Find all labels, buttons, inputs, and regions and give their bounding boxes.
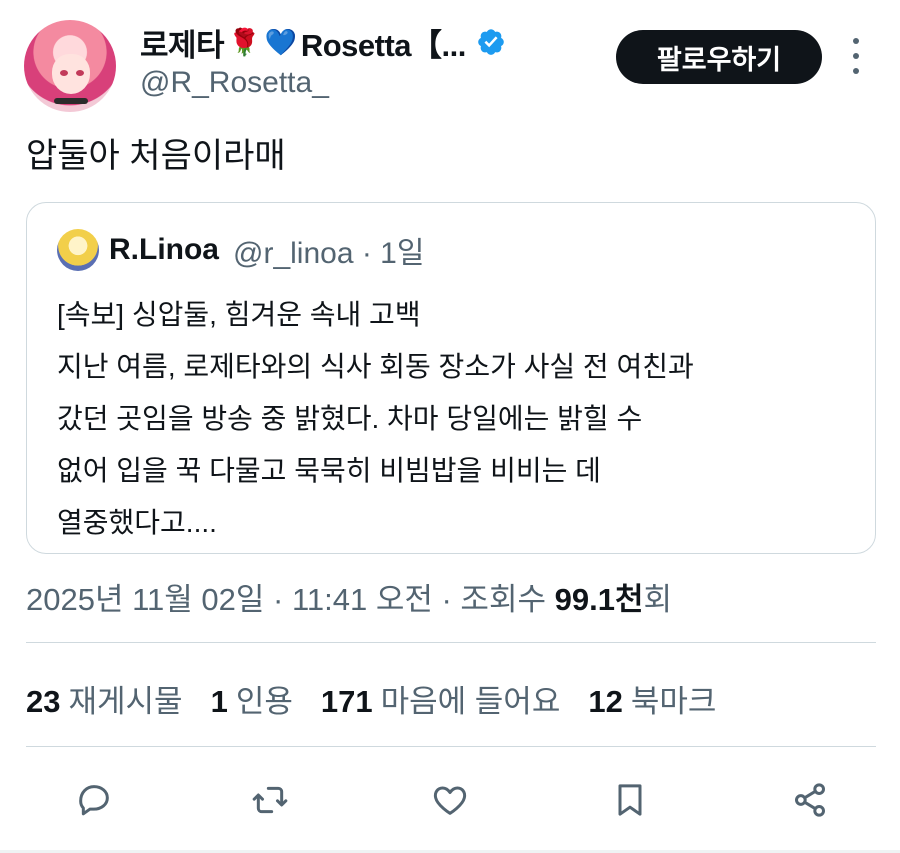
retweet-icon bbox=[252, 786, 288, 814]
verified-badge-icon[interactable] bbox=[476, 27, 506, 57]
bookmark-icon bbox=[618, 784, 642, 816]
reply-icon bbox=[79, 785, 109, 816]
divider bbox=[26, 746, 876, 747]
quoted-author-handle-time: @r_linoa · 1일 bbox=[233, 237, 425, 270]
tweet-meta: 2025년 11월 02일 · 11:41 오전 · 조회수 99.1천회 bbox=[26, 574, 672, 619]
rose-emoji: 🌹 bbox=[228, 27, 261, 57]
repost-button[interactable] bbox=[248, 778, 292, 822]
author-name-row[interactable]: 로제타 🌹 💙 Rosetta【... bbox=[140, 20, 506, 65]
share-button[interactable] bbox=[788, 778, 832, 822]
quoted-tweet-header: R.Linoa @r_linoa · 1일 bbox=[57, 229, 424, 271]
bookmark-button[interactable] bbox=[608, 778, 652, 822]
action-bar bbox=[0, 770, 900, 830]
dot bbox=[853, 38, 859, 44]
blue-heart-emoji: 💙 bbox=[264, 27, 297, 57]
dot bbox=[853, 68, 859, 74]
divider bbox=[26, 642, 876, 643]
view-count-suffix: 회 bbox=[643, 582, 673, 617]
quoted-author-avatar bbox=[57, 229, 99, 271]
engagement-stats: 23 재게시물 1 인용 171 마음에 들어요 12 북마크 bbox=[26, 676, 716, 721]
like-button[interactable] bbox=[428, 778, 472, 822]
stat-reposts[interactable]: 23 재게시물 bbox=[26, 676, 183, 721]
tweet-text: 압둘아 처음이라매 bbox=[26, 137, 286, 175]
reply-button[interactable] bbox=[72, 778, 116, 822]
quoted-tweet[interactable]: R.Linoa @r_linoa · 1일 [속보] 싱압둘, 힘겨운 속내 고… bbox=[26, 202, 876, 554]
avatar-face bbox=[52, 54, 90, 94]
stat-likes[interactable]: 171 마음에 들어요 bbox=[321, 676, 560, 721]
author-display-name[interactable]: 로제타 bbox=[140, 20, 225, 65]
stat-quotes[interactable]: 1 인용 bbox=[211, 676, 293, 721]
author-avatar[interactable] bbox=[24, 20, 116, 112]
view-count: 99.1천 bbox=[554, 582, 644, 617]
tweet-timestamp[interactable]: 2025년 11월 02일 · 11:41 오전 · 조회수 bbox=[26, 582, 546, 617]
share-icon bbox=[795, 783, 825, 817]
quoted-tweet-body: [속보] 싱압둘, 힘겨운 속내 고백 지난 여름, 로제타와의 식사 회동 장… bbox=[57, 299, 694, 538]
quoted-author-name: R.Linoa bbox=[109, 233, 219, 266]
stat-bookmarks[interactable]: 12 북마크 bbox=[588, 676, 716, 721]
avatar-eye-left bbox=[60, 70, 68, 76]
author-handle[interactable]: @R_Rosetta_ bbox=[140, 66, 329, 100]
heart-icon bbox=[433, 786, 467, 815]
more-options-icon[interactable] bbox=[846, 38, 866, 74]
author-display-name-suffix[interactable]: Rosetta【... bbox=[301, 20, 467, 65]
dot bbox=[853, 53, 859, 59]
follow-button[interactable]: 팔로우하기 bbox=[616, 30, 822, 84]
avatar-collar bbox=[54, 98, 88, 104]
avatar-eye-right bbox=[76, 70, 84, 76]
tweet-header: 로제타 🌹 💙 Rosetta【... @R_Rosetta_ 팔로우하기 bbox=[0, 0, 900, 120]
